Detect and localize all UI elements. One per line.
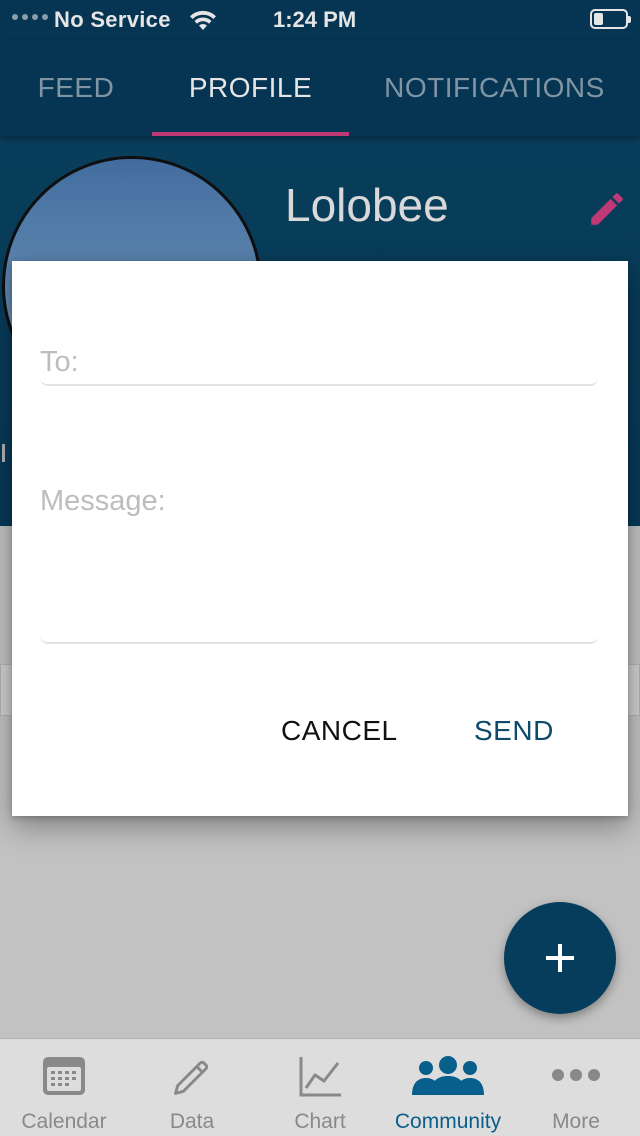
new-message-dialog: CANCEL SEND bbox=[12, 261, 628, 816]
add-button[interactable] bbox=[504, 902, 616, 1014]
message-field bbox=[40, 469, 598, 644]
to-field bbox=[40, 329, 598, 386]
cancel-button[interactable]: CANCEL bbox=[281, 715, 398, 747]
to-input[interactable] bbox=[40, 329, 598, 384]
send-button[interactable]: SEND bbox=[474, 715, 554, 747]
screen: No Service 1:24 PM FEED PROFILE NOTIFICA… bbox=[0, 0, 640, 1136]
plus-icon bbox=[546, 944, 574, 972]
message-input[interactable] bbox=[40, 469, 598, 642]
